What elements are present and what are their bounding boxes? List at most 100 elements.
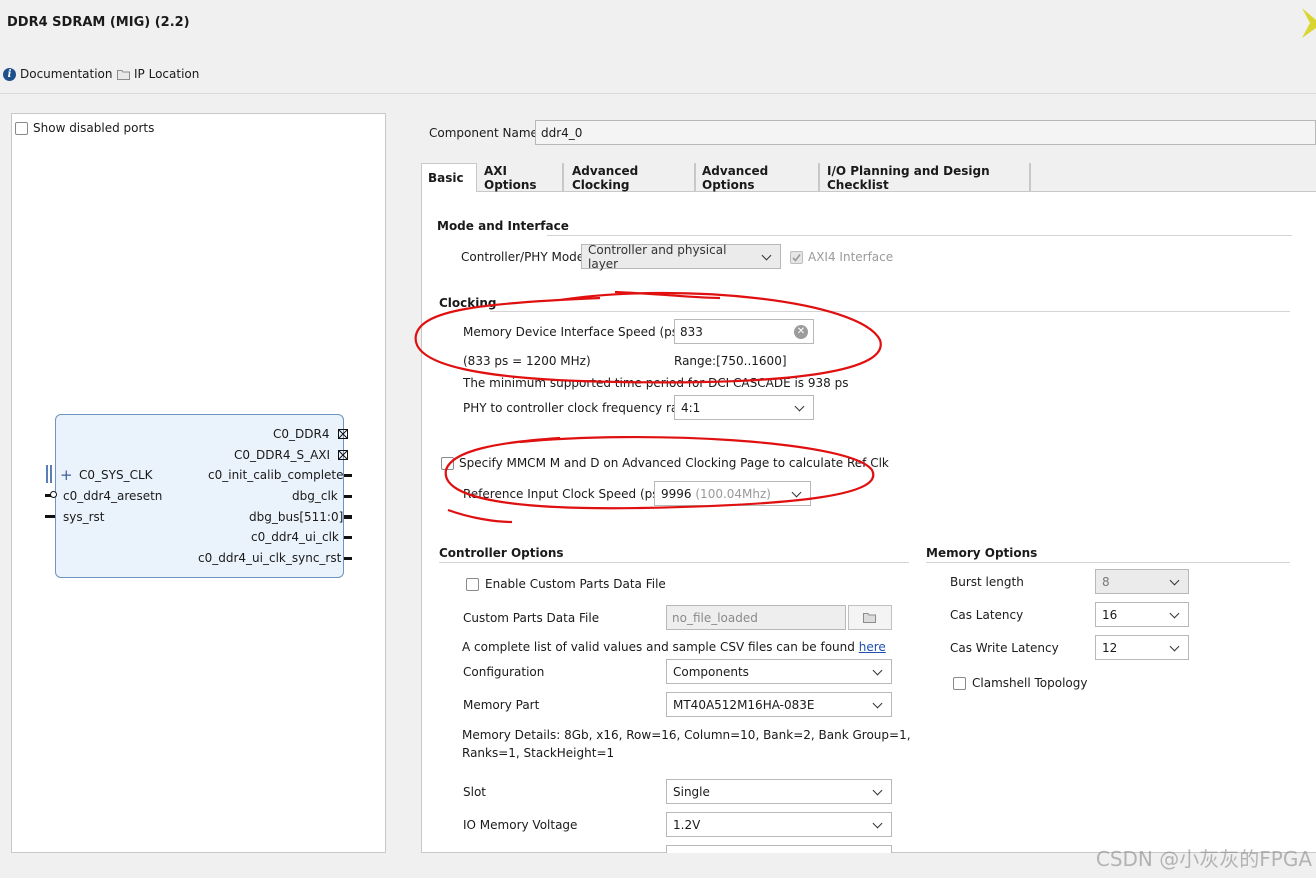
configuration-value: Components (673, 664, 749, 679)
port-dbg-bus: dbg_bus[511:0] (249, 510, 344, 524)
controller-phy-select[interactable]: Controller and physical layer (581, 242, 781, 271)
toolbar-divider (0, 93, 1316, 94)
chevron-down-icon (871, 818, 885, 832)
active-low-bubble-icon (50, 491, 57, 498)
port-pin (344, 515, 352, 519)
axi4-interface-label: AXI4 Interface (808, 250, 894, 264)
csv-note: A complete list of valid values and samp… (462, 640, 886, 654)
port-pin (45, 515, 55, 518)
chevron-down-icon (790, 487, 804, 501)
clock-ratio-select[interactable]: 4:1 (674, 395, 814, 420)
ip-location-link[interactable]: IP Location (117, 67, 199, 81)
checkbox-box[interactable] (466, 577, 479, 591)
burst-length-label: Burst length (950, 575, 1024, 589)
ip-location-label: IP Location (134, 67, 200, 81)
interface-port-marker (46, 465, 48, 483)
io-voltage-label: IO Memory Voltage (463, 818, 578, 832)
chevron-down-icon (1168, 608, 1182, 622)
specify-mmcm-label: Specify MMCM M and D on Advanced Clockin… (459, 456, 889, 470)
port-dbg-clk: dbg_clk (292, 489, 338, 503)
port-pin (344, 536, 352, 539)
clock-ratio-value: 4:1 (681, 400, 701, 415)
enable-custom-parts-label: Enable Custom Parts Data File (485, 577, 666, 591)
partial-select-below[interactable] (666, 845, 892, 853)
memory-part-value: MT40A512M16HA-083E (673, 697, 815, 712)
slot-select[interactable]: Single (666, 779, 892, 804)
folder-open-icon (863, 613, 876, 623)
cas-latency-select[interactable]: 16 (1095, 602, 1189, 627)
io-voltage-select[interactable]: 1.2V (666, 812, 892, 837)
mode-interface-heading: Mode and Interface (437, 219, 569, 233)
memory-details-line1: Memory Details: 8Gb, x16, Row=16, Column… (462, 728, 911, 742)
csv-here-link[interactable]: here (859, 640, 886, 654)
tab-basic[interactable]: Basic (421, 163, 477, 192)
port-pin (344, 557, 352, 560)
controller-phy-value: Controller and physical layer (588, 242, 727, 271)
custom-parts-file-input[interactable]: no_file_loaded (666, 605, 846, 630)
cas-latency-value: 16 (1102, 607, 1118, 622)
show-disabled-ports-label: Show disabled ports (33, 121, 155, 135)
clock-ratio-label: PHY to controller clock frequency ratio (463, 401, 694, 415)
ref-clock-hint: (100.04Mhz) (695, 486, 771, 501)
memory-options-heading: Memory Options (926, 546, 1038, 560)
memory-details-line2: Ranks=1, StackHeight=1 (462, 746, 615, 760)
interface-port-marker (50, 465, 52, 483)
port-pin (344, 474, 352, 477)
documentation-label: Documentation (20, 67, 113, 81)
folder-icon (117, 69, 130, 80)
port-c0-ddr4-ui-clk: c0_ddr4_ui_clk (251, 530, 339, 544)
xilinx-logo-icon (1302, 8, 1316, 38)
ref-clock-label: Reference Input Clock Speed (ps) (463, 487, 664, 501)
section-divider (547, 235, 1292, 236)
checkbox-box[interactable] (790, 250, 803, 264)
show-disabled-ports-checkbox[interactable]: Show disabled ports (15, 121, 154, 135)
component-name-input[interactable]: ddr4_0 (535, 120, 1316, 145)
slot-value: Single (673, 784, 710, 799)
burst-length-value: 8 (1102, 574, 1110, 589)
tab-advanced-options[interactable]: Advanced Options (696, 163, 820, 192)
tab-advanced-clocking[interactable]: Advanced Clocking (566, 163, 696, 192)
chevron-down-icon (1168, 575, 1182, 589)
clamshell-topology-label: Clamshell Topology (972, 676, 1088, 690)
tab-axi-options[interactable]: AXI Options (478, 163, 564, 192)
tab-io-planning[interactable]: I/O Planning and Design Checklist (821, 163, 1031, 192)
clear-icon[interactable]: ✕ (794, 324, 808, 339)
enable-custom-parts-checkbox[interactable]: Enable Custom Parts Data File (466, 577, 666, 591)
expand-plus-icon[interactable]: + (60, 466, 73, 484)
configuration-label: Configuration (463, 665, 545, 679)
cas-write-latency-label: Cas Write Latency (950, 641, 1059, 655)
chevron-down-icon (871, 785, 885, 799)
memory-speed-input[interactable]: 833 ✕ (674, 319, 814, 344)
section-divider (926, 562, 1290, 563)
checkbox-box[interactable] (953, 676, 966, 690)
cas-write-latency-select[interactable]: 12 (1095, 635, 1189, 660)
port-c0-sys-clk: C0_SYS_CLK (79, 468, 153, 482)
burst-length-select[interactable]: 8 (1095, 569, 1189, 594)
port-sys-rst: sys_rst (63, 510, 105, 524)
browse-file-button[interactable] (848, 605, 892, 630)
clamshell-topology-checkbox[interactable]: Clamshell Topology (953, 676, 1087, 690)
window-title: DDR4 SDRAM (MIG) (2.2) (7, 15, 190, 30)
chevron-down-icon (871, 665, 885, 679)
controller-phy-label: Controller/PHY Mode (461, 250, 585, 264)
specify-mmcm-checkbox[interactable]: Specify MMCM M and D on Advanced Clockin… (441, 456, 889, 470)
axi4-interface-checkbox[interactable]: AXI4 Interface (790, 250, 893, 264)
checkbox-box[interactable] (441, 456, 454, 470)
custom-parts-file-label: Custom Parts Data File (463, 611, 600, 625)
chevron-down-icon (1168, 641, 1182, 655)
memory-part-select[interactable]: MT40A512M16HA-083E (666, 692, 892, 717)
chevron-down-icon (793, 401, 807, 415)
chevron-down-icon (871, 698, 885, 712)
cas-latency-label: Cas Latency (950, 608, 1024, 622)
memory-part-label: Memory Part (463, 698, 540, 712)
bus-port-icon (338, 450, 348, 460)
checkbox-box[interactable] (15, 121, 28, 135)
documentation-link[interactable]: i Documentation (3, 67, 113, 81)
configuration-select[interactable]: Components (666, 659, 892, 684)
port-c0-ddr4-aresetn: c0_ddr4_aresetn (63, 489, 163, 503)
ref-clock-select[interactable]: 9996 (100.04Mhz) (654, 481, 811, 506)
csv-note-text: A complete list of valid values and samp… (462, 640, 855, 654)
bus-port-icon (338, 429, 348, 439)
chevron-down-icon (760, 250, 774, 264)
cas-write-latency-value: 12 (1102, 640, 1118, 655)
